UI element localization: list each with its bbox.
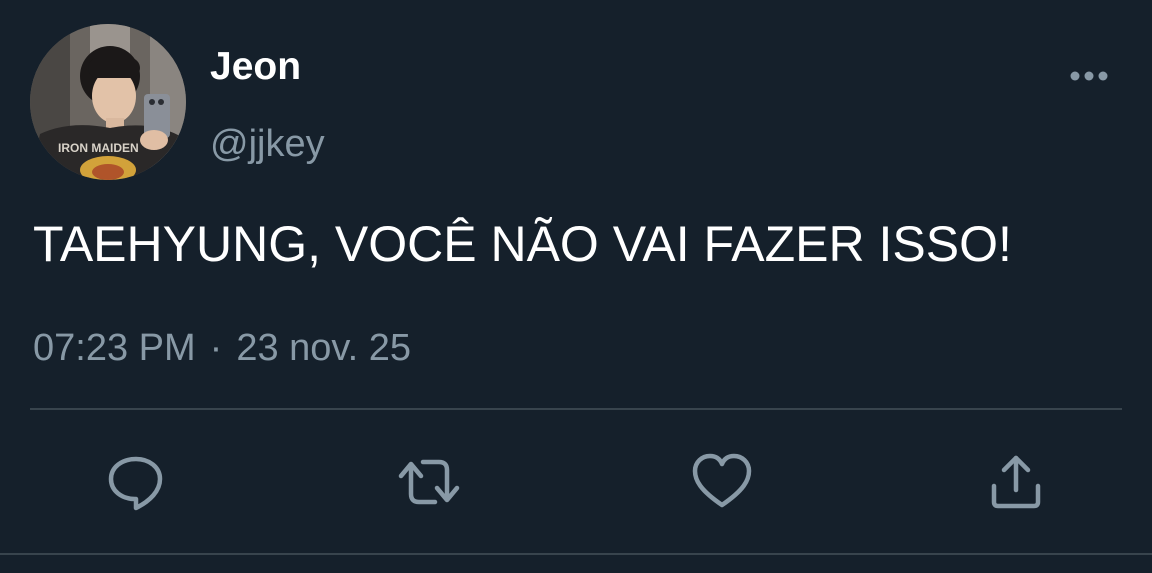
more-horizontal-icon <box>1070 71 1108 81</box>
tweet-card: IRON MAIDEN Jeon @jjkey TAEHYUNG, VOCÊ N… <box>0 0 1152 573</box>
user-handle[interactable]: @jjkey <box>210 121 325 167</box>
avatar[interactable]: IRON MAIDEN <box>30 24 186 180</box>
avatar-image: IRON MAIDEN <box>30 24 186 180</box>
tweet-time: 07:23 PM <box>33 327 196 369</box>
like-button[interactable] <box>690 450 754 514</box>
retweet-icon <box>398 459 460 505</box>
tweet-timestamp[interactable]: 07:23 PM · 23 nov. 25 <box>33 325 411 371</box>
share-icon <box>991 455 1041 509</box>
more-options-button[interactable] <box>1064 58 1114 94</box>
bottom-divider <box>0 553 1152 555</box>
reply-icon <box>108 456 163 511</box>
heart-icon <box>692 453 752 508</box>
meta-separator: · <box>209 327 223 369</box>
avatar-shirt-text: IRON MAIDEN <box>58 141 139 155</box>
tweet-date: 23 nov. 25 <box>236 327 411 369</box>
share-button[interactable] <box>984 450 1048 514</box>
retweet-button[interactable] <box>397 450 461 514</box>
tweet-text: TAEHYUNG, VOCÊ NÃO VAI FAZER ISSO! <box>33 216 1012 272</box>
reply-button[interactable] <box>104 450 168 514</box>
divider <box>30 408 1122 410</box>
display-name[interactable]: Jeon <box>210 44 301 90</box>
